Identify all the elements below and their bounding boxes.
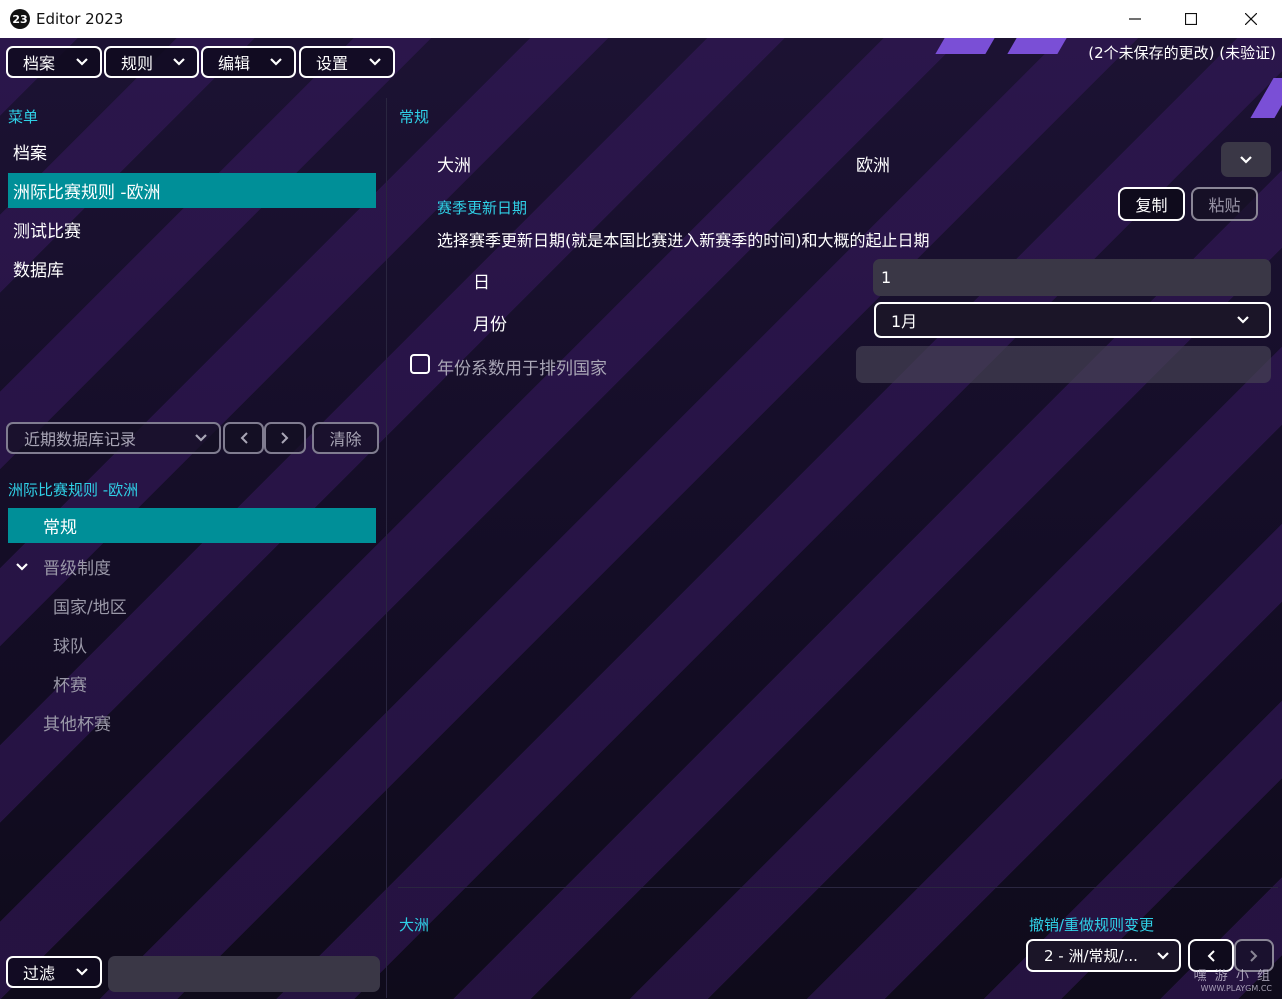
clear-recent-label: 清除 [329, 430, 362, 449]
menu-rules-button[interactable]: 规则 [104, 46, 199, 78]
footer-continent-label: 大洲 [399, 916, 430, 934]
chevron-down-icon [76, 968, 88, 976]
menu-file-label: 档案 [23, 54, 56, 73]
close-icon [1245, 13, 1257, 25]
footer-divider [398, 887, 1278, 888]
menu-edit-label: 编辑 [218, 54, 251, 73]
sidebar-item-label: 洲际比赛规则 -欧洲 [13, 183, 161, 203]
sidebar-item-file[interactable]: 档案 [8, 134, 376, 169]
minimize-button[interactable] [1112, 0, 1158, 38]
recent-next-button[interactable] [264, 422, 306, 454]
undo-history-value: 2 - 洲/常规/... [1044, 947, 1138, 965]
menu-file-button[interactable]: 档案 [6, 46, 102, 78]
app-window: 档案 规则 编辑 设置 (2个未保存的更改) (未验证) 菜单 档案 洲际比赛规… [0, 38, 1282, 999]
menu-rules-label: 规则 [121, 54, 154, 73]
tree-item-label: 其他杯赛 [43, 715, 111, 735]
tree-item-teams[interactable]: 球队 [53, 632, 87, 657]
watermark-url: WWW.PLAYGM.CC [1200, 984, 1272, 993]
filter-label: 过滤 [23, 964, 56, 983]
filter-input[interactable] [108, 956, 380, 992]
maximize-icon [1185, 13, 1197, 25]
unsaved-status: (2个未保存的更改) (未验证) [1088, 44, 1276, 62]
menu-edit-button[interactable]: 编辑 [201, 46, 296, 78]
app-icon: 23 [10, 9, 30, 29]
year-coefficient-field [856, 346, 1271, 383]
tree-section-title: 洲际比赛规则 -欧洲 [8, 481, 139, 499]
chevron-down-icon [76, 58, 88, 66]
chevron-down-icon [1240, 155, 1252, 164]
tree-item-countries[interactable]: 国家/地区 [53, 593, 127, 618]
sidebar-item-label: 数据库 [13, 261, 64, 281]
chevron-down-icon [16, 562, 28, 571]
continent-value: 欧洲 [856, 156, 890, 176]
decoration-stripe [1250, 78, 1282, 118]
undo-redo-title: 撤销/重做规则变更 [1029, 916, 1155, 934]
menu-section-title: 菜单 [8, 108, 39, 126]
watermark-title: 嘿 游 小 组 [1193, 969, 1272, 984]
clear-recent-button[interactable]: 清除 [312, 422, 379, 454]
season-description: 选择赛季更新日期(就是本国比赛进入新赛季的时间)和大概的起止日期 [437, 231, 930, 250]
filter-button[interactable]: 过滤 [6, 956, 102, 988]
panel-divider [386, 98, 387, 998]
tree-item-label: 球队 [53, 637, 87, 657]
month-select-value: 1月 [891, 312, 918, 331]
tree-item-label: 晋级制度 [43, 559, 111, 579]
minimize-icon [1129, 18, 1141, 20]
chevron-left-icon [240, 432, 248, 444]
sidebar-item-test-match[interactable]: 测试比赛 [8, 212, 376, 247]
chevron-right-icon [1250, 949, 1258, 962]
sidebar-item-label: 测试比赛 [13, 222, 81, 242]
chevron-down-icon [369, 58, 381, 66]
month-label: 月份 [473, 315, 507, 335]
tree-item-label: 常规 [43, 518, 77, 538]
chevron-down-icon [1237, 316, 1249, 324]
watermark: 嘿 游 小 组 WWW.PLAYGM.CC [1194, 965, 1272, 993]
chevron-down-icon [195, 434, 207, 442]
chevron-down-icon [1157, 951, 1169, 960]
day-input[interactable]: 1 [873, 259, 1271, 296]
tree-item-label: 杯赛 [53, 676, 87, 696]
chevron-right-icon [281, 432, 289, 444]
year-coefficient-checkbox[interactable] [410, 354, 430, 374]
tree-item-label: 国家/地区 [53, 598, 127, 618]
chevron-down-icon [173, 58, 185, 66]
copy-button[interactable]: 复制 [1118, 187, 1185, 221]
sidebar-item-database[interactable]: 数据库 [8, 251, 376, 286]
main-section-title: 常规 [399, 108, 430, 126]
day-label: 日 [473, 273, 490, 293]
menu-settings-button[interactable]: 设置 [299, 46, 395, 78]
season-update-title: 赛季更新日期 [437, 199, 528, 217]
sidebar-item-label: 档案 [13, 144, 47, 164]
title-bar: 23 Editor 2023 [0, 0, 1282, 38]
decoration-stripe [935, 38, 995, 54]
tree-item-cups[interactable]: 杯赛 [53, 671, 87, 696]
tree-item-general[interactable]: 常规 [8, 508, 376, 543]
decoration-stripe [1007, 38, 1067, 54]
continent-label: 大洲 [437, 156, 471, 176]
maximize-button[interactable] [1168, 0, 1214, 38]
tree-item-other-cups[interactable]: 其他杯赛 [43, 710, 111, 735]
window-title: Editor 2023 [36, 10, 124, 28]
tree-item-promotion[interactable]: 晋级制度 [16, 554, 111, 579]
close-button[interactable] [1228, 0, 1274, 38]
continent-dropdown-button[interactable] [1221, 142, 1271, 177]
paste-button[interactable]: 粘贴 [1191, 187, 1258, 221]
recent-database-label: 近期数据库记录 [24, 430, 137, 449]
recent-database-select[interactable]: 近期数据库记录 [6, 422, 221, 454]
chevron-left-icon [1207, 949, 1215, 962]
year-coefficient-label: 年份系数用于排列国家 [437, 359, 607, 379]
month-select[interactable]: 1月 [874, 302, 1271, 338]
menu-settings-label: 设置 [316, 54, 349, 73]
recent-prev-button[interactable] [223, 422, 264, 454]
undo-history-select[interactable]: 2 - 洲/常规/... [1026, 939, 1181, 972]
sidebar-item-continental-rules[interactable]: 洲际比赛规则 -欧洲 [8, 173, 376, 208]
chevron-down-icon [270, 58, 282, 66]
